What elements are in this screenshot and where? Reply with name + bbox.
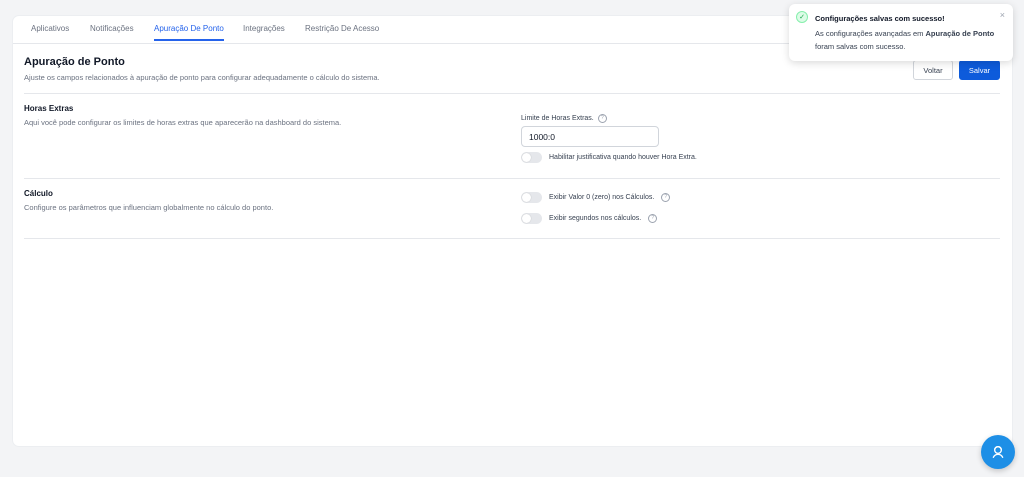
horas-extras-title: Horas Extras: [24, 104, 74, 113]
section-divider: [24, 93, 1000, 94]
toast-message-suffix: foram salvas com sucesso.: [815, 42, 906, 51]
tab-apuracao-de-ponto[interactable]: Apuração De Ponto: [154, 24, 224, 41]
question-circle-icon[interactable]: ?: [661, 193, 671, 202]
support-button[interactable]: [981, 435, 1015, 469]
limit-field-label: Limite de Horas Extras.: [521, 115, 594, 122]
calculo-description: Configure os parâmetros que influenciam …: [24, 203, 274, 212]
tab-notificacoes[interactable]: Notificações: [90, 24, 134, 39]
section-divider: [24, 238, 1000, 239]
tab-aplicativos[interactable]: Aplicativos: [31, 24, 69, 39]
settings-card: Aplicativos Notificações Apuração De Pon…: [13, 16, 1012, 446]
page-title: Apuração de Ponto: [24, 56, 125, 68]
justify-toggle-label: Habilitar justificativa quando houver Ho…: [549, 154, 697, 161]
close-icon[interactable]: ×: [1000, 10, 1005, 20]
zero-toggle-row: Exibir Valor 0 (zero) nos Cálculos. ?: [521, 192, 671, 203]
tab-integracoes[interactable]: Integrações: [243, 24, 285, 39]
back-button[interactable]: Voltar: [913, 60, 953, 80]
section-divider: [24, 178, 1000, 179]
seconds-toggle-label: Exibir segundos nos cálculos.: [549, 215, 642, 222]
limit-horas-extras-input[interactable]: [521, 126, 659, 147]
seconds-toggle[interactable]: [521, 213, 542, 224]
toast-message: As configurações avançadas em Apuração d…: [815, 27, 995, 53]
page-subtitle: Ajuste os campos relacionados à apuração…: [24, 73, 380, 82]
zero-value-toggle[interactable]: [521, 192, 542, 203]
seconds-toggle-row: Exibir segundos nos cálculos. ?: [521, 213, 658, 224]
justify-toggle-row: Habilitar justificativa quando houver Ho…: [521, 152, 697, 163]
tab-restricao-de-acesso[interactable]: Restrição De Acesso: [305, 24, 379, 39]
calculo-title: Cálculo: [24, 189, 53, 198]
question-circle-icon[interactable]: ?: [597, 114, 607, 123]
zero-toggle-label: Exibir Valor 0 (zero) nos Cálculos.: [549, 194, 655, 201]
check-circle-icon: ✓: [796, 11, 808, 23]
toast-message-prefix: As configurações avançadas em: [815, 29, 926, 38]
limit-field-label-row: Limite de Horas Extras. ?: [521, 114, 607, 123]
toast-message-bold: Apuração de Ponto: [925, 29, 995, 38]
headset-icon: [992, 446, 1004, 458]
success-toast: ✓ Configurações salvas com sucesso! As c…: [789, 4, 1013, 61]
toast-title: Configurações salvas com sucesso!: [815, 14, 945, 23]
question-circle-icon[interactable]: ?: [648, 214, 658, 223]
horas-extras-description: Aqui você pode configurar os limites de …: [24, 118, 342, 127]
save-button[interactable]: Salvar: [959, 60, 1000, 80]
justify-toggle[interactable]: [521, 152, 542, 163]
